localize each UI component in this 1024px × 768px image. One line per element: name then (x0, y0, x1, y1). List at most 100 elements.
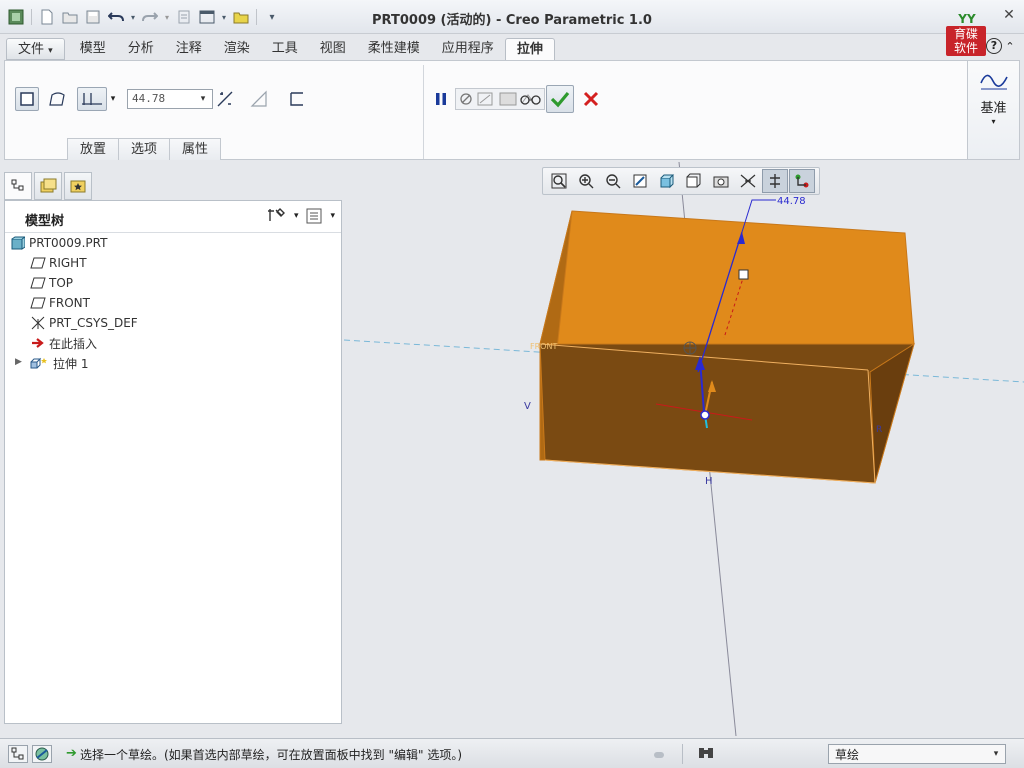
tab-analysis[interactable]: 分析 (117, 38, 165, 60)
cancel-button[interactable] (579, 87, 603, 111)
tree-item-label: RIGHT (49, 256, 87, 270)
tree-item-front[interactable]: FRONT (29, 293, 90, 313)
refit-button[interactable] (546, 169, 572, 193)
tab-annotate[interactable]: 注释 (165, 38, 213, 60)
tree-item-csys[interactable]: PRT_CSYS_DEF (29, 313, 138, 333)
display-style-icon (660, 174, 675, 189)
model-tree-icon (11, 179, 24, 191)
depth-option-button[interactable] (77, 87, 107, 111)
tab-flexible-modeling[interactable]: 柔性建模 (357, 38, 431, 60)
tab-file-label: 文件 (18, 42, 45, 57)
status-tree-icon[interactable] (8, 745, 28, 763)
zoom-in-icon (579, 174, 594, 189)
find-icon[interactable] (696, 744, 718, 764)
navigator-tabs (4, 172, 92, 200)
view-label-v: V (524, 401, 531, 412)
tree-item-label: 在此插入 (49, 336, 98, 351)
datum-label-r: R (876, 425, 882, 435)
datum-label-front: FRONT (530, 342, 557, 351)
depth-dimension-label[interactable]: 44.78 (777, 196, 806, 207)
tab-render[interactable]: 渲染 (213, 38, 261, 60)
graphics-toolbar (542, 167, 820, 195)
depth-drag-handle[interactable] (738, 269, 749, 280)
datum-plane-icon (29, 295, 47, 311)
repaint-button[interactable] (627, 169, 653, 193)
selection-filter-value: 草绘 (835, 748, 860, 762)
surface-extrude-button[interactable] (45, 87, 69, 111)
datum-dropdown-icon: ▾ (991, 117, 996, 126)
model-tree-tools: ▾ ▾ (266, 207, 335, 225)
tree-show-icon[interactable] (304, 207, 324, 225)
pause-icon (436, 93, 446, 105)
flip-direction-button[interactable] (213, 87, 237, 111)
zoom-in-button[interactable] (573, 169, 599, 193)
logo-line-1: 育碟 (953, 27, 978, 41)
selection-filter[interactable]: 草绘 ▾ (828, 744, 1006, 764)
depth-value-dropdown-icon[interactable]: ▾ (195, 90, 211, 108)
model-tree-tab[interactable] (4, 172, 32, 200)
tab-extrude[interactable]: 拉伸 (504, 38, 555, 60)
subtab-placement[interactable]: 放置 (67, 138, 120, 160)
expand-arrow-icon[interactable]: ▶ (15, 357, 22, 367)
tree-settings-icon[interactable] (266, 207, 288, 225)
datum-display-icon (740, 174, 756, 188)
checkmark-icon (550, 91, 570, 108)
status-message-icon: ➔ (66, 746, 77, 761)
zoom-out-button[interactable] (600, 169, 626, 193)
tab-view[interactable]: 视图 (309, 38, 357, 60)
folder-browser-tab[interactable] (34, 172, 62, 200)
close-icon[interactable]: ✕ (1000, 6, 1018, 24)
tree-item-label: 拉伸 1 (53, 356, 89, 371)
tree-item-top[interactable]: TOP (29, 273, 73, 293)
tree-item-right[interactable]: RIGHT (29, 253, 87, 273)
window-title: PRT0009 (活动的) - Creo Parametric 1.0 (372, 13, 652, 28)
subtab-properties[interactable]: 属性 (169, 138, 222, 160)
tree-item-extrude[interactable]: 拉伸 1 (29, 353, 88, 373)
tree-item-part[interactable]: PRT0009.PRT (9, 233, 107, 253)
logo-top: YY (958, 12, 976, 26)
annotation-display-icon (770, 174, 780, 188)
filter-dropdown-icon[interactable]: ▾ (989, 746, 1003, 762)
tree-item-insert-here[interactable]: 在此插入 (29, 333, 97, 353)
favorites-tab[interactable] (64, 172, 92, 200)
annotation-display-button[interactable] (762, 169, 788, 193)
extrude-top-face[interactable] (539, 210, 915, 345)
status-browser-icon[interactable] (32, 745, 52, 763)
datum-plane-icon (29, 255, 47, 271)
ribbon-panel: ▾ 44.78 ▾ 放置 选项 属性 基准 ▾ (4, 60, 1020, 160)
blind-depth-icon (82, 93, 102, 105)
part-icon (9, 235, 27, 251)
tree-show-dropdown-icon[interactable]: ▾ (330, 211, 335, 221)
model-tree-header: 模型树 ▾ ▾ (5, 201, 341, 233)
tab-model[interactable]: 模型 (69, 38, 117, 60)
status-divider (682, 744, 683, 764)
surface-icon (49, 92, 65, 106)
tab-file[interactable]: 文件 ▾ (6, 38, 65, 60)
solid-extrude-button[interactable] (15, 87, 39, 111)
status-message: 选择一个草绘。(如果首选内部草绘，可在放置面板中找到 "编辑" 选项。) (80, 748, 463, 762)
remove-material-icon (250, 90, 267, 107)
graphics-window[interactable]: 44.78 V H FRONT R (343, 161, 1024, 737)
tree-settings-dropdown-icon[interactable]: ▾ (294, 211, 299, 221)
model-viewport[interactable]: 44.78 V H FRONT R (343, 161, 1024, 737)
csys-display-button[interactable] (789, 169, 815, 193)
confirm-button[interactable] (546, 85, 574, 113)
saved-orientations-button[interactable] (681, 169, 707, 193)
flip-direction-icon (217, 91, 233, 107)
tab-tools[interactable]: 工具 (261, 38, 309, 60)
thicken-button[interactable] (285, 87, 309, 111)
datum-display-button[interactable] (735, 169, 761, 193)
extrude-front-face[interactable] (539, 343, 915, 484)
thicken-icon (290, 92, 303, 106)
tab-applications[interactable]: 应用程序 (431, 38, 505, 60)
pause-button[interactable] (429, 87, 453, 111)
datum-icon (979, 74, 1008, 90)
view-manager-button[interactable] (708, 169, 734, 193)
tree-item-label: PRT0009.PRT (29, 236, 108, 250)
subtab-options[interactable]: 选项 (118, 138, 171, 160)
display-style-button[interactable] (654, 169, 680, 193)
depth-option-dropdown-icon[interactable]: ▾ (107, 89, 119, 109)
verify-preview-button[interactable] (517, 87, 545, 111)
remove-material-button[interactable] (247, 87, 271, 111)
datum-group[interactable]: 基准 ▾ (967, 61, 1019, 159)
